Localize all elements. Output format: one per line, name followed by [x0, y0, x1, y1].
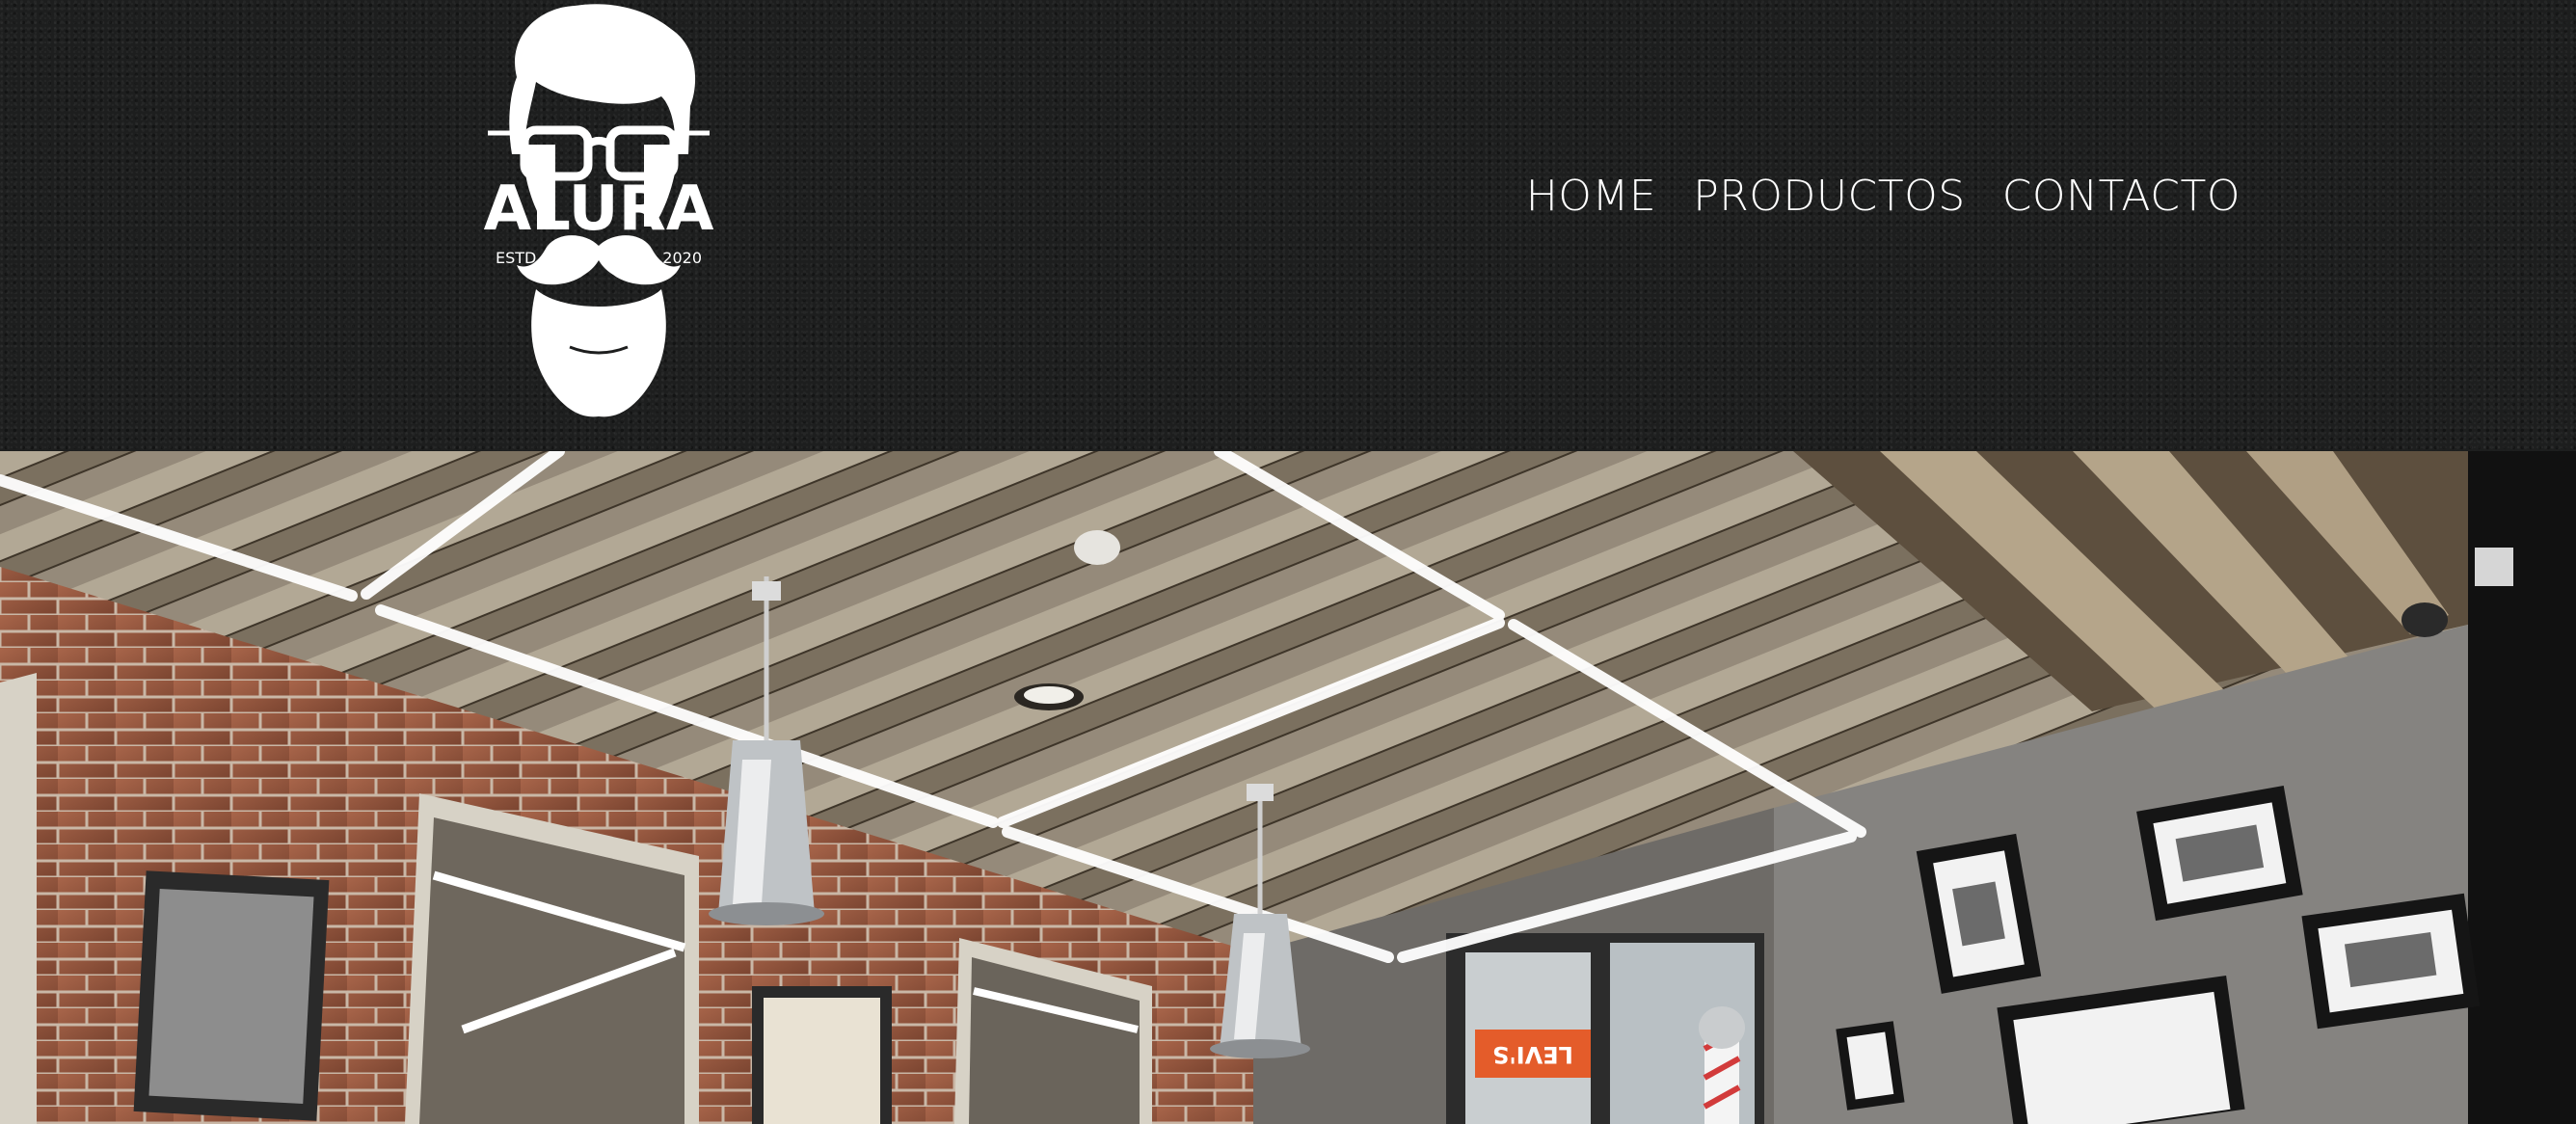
levis-sign-text: LEVI'S	[1492, 1041, 1573, 1068]
nav-home-link[interactable]: HOME	[1526, 172, 1656, 221]
hero-banner: LEVI'S	[0, 451, 2576, 1124]
main-nav: HOME PRODUCTOS CONTACTO	[1526, 172, 2241, 221]
nav-contacto-link[interactable]: CONTACTO	[2002, 172, 2241, 221]
alura-logo[interactable]: ALURA ESTD 2020	[478, 0, 719, 420]
bearded-man-with-glasses-icon: ALURA ESTD 2020	[484, 4, 714, 417]
logo-year-text: 2020	[662, 249, 702, 267]
barbershop-photo: LEVI'S	[0, 451, 2576, 1124]
site-header: ALURA ESTD 2020 HOME PRODUCTOS CONTACTO	[0, 0, 2576, 451]
logo-text: ALURA	[484, 174, 714, 245]
logo-estd-text: ESTD	[496, 249, 536, 267]
nav-productos-link[interactable]: PRODUCTOS	[1693, 172, 1966, 221]
